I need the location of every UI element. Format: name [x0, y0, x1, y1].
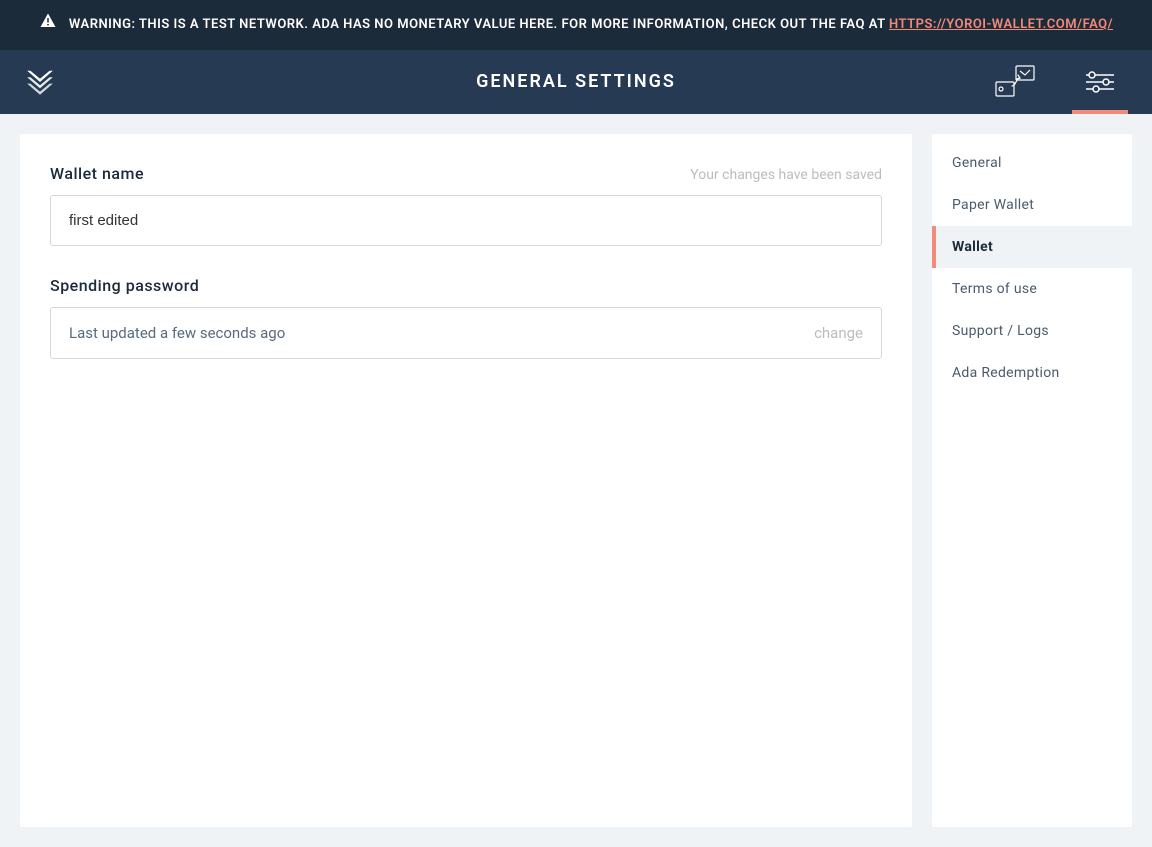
settings-icon[interactable]: [1072, 50, 1128, 114]
faq-link[interactable]: HTTPS://YOROI-WALLET.COM/FAQ/: [889, 17, 1113, 32]
sidebar-item-paper-wallet[interactable]: Paper Wallet: [932, 184, 1132, 226]
wallet-name-group: Wallet name Your changes have been saved: [50, 164, 882, 246]
spending-password-updated: Last updated a few seconds ago: [69, 324, 285, 342]
change-password-link[interactable]: change: [814, 324, 863, 342]
wallets-icon[interactable]: [988, 50, 1044, 114]
wallet-name-saved-msg: Your changes have been saved: [690, 167, 882, 183]
header-actions: [988, 50, 1128, 114]
sidebar-item-support[interactable]: Support / Logs: [932, 310, 1132, 352]
wallet-name-label: Wallet name: [50, 164, 144, 183]
sidebar-item-ada-redemption[interactable]: Ada Redemption: [932, 352, 1132, 394]
sidebar-item-wallet[interactable]: Wallet: [932, 226, 1132, 268]
yoroi-logo[interactable]: [24, 66, 56, 98]
content-area: Wallet name Your changes have been saved…: [0, 114, 1152, 847]
warning-banner: WARNING: THIS IS A TEST NETWORK. ADA HAS…: [0, 0, 1152, 50]
sidebar-item-terms[interactable]: Terms of use: [932, 268, 1132, 310]
warning-text: WARNING: THIS IS A TEST NETWORK. ADA HAS…: [69, 15, 1113, 36]
sidebar-item-general[interactable]: General: [932, 142, 1132, 184]
spending-password-group: Spending password Last updated a few sec…: [50, 276, 882, 359]
wallet-name-input[interactable]: [50, 195, 882, 246]
page-title: GENERAL SETTINGS: [0, 71, 1152, 92]
app-header: GENERAL SETTINGS: [0, 50, 1152, 114]
spending-password-label: Spending password: [50, 276, 199, 295]
settings-side-nav: General Paper Wallet Wallet Terms of use…: [932, 134, 1132, 827]
spending-password-row: Last updated a few seconds ago change: [50, 307, 882, 359]
settings-main-panel: Wallet name Your changes have been saved…: [20, 134, 912, 827]
warning-icon: [39, 12, 57, 38]
